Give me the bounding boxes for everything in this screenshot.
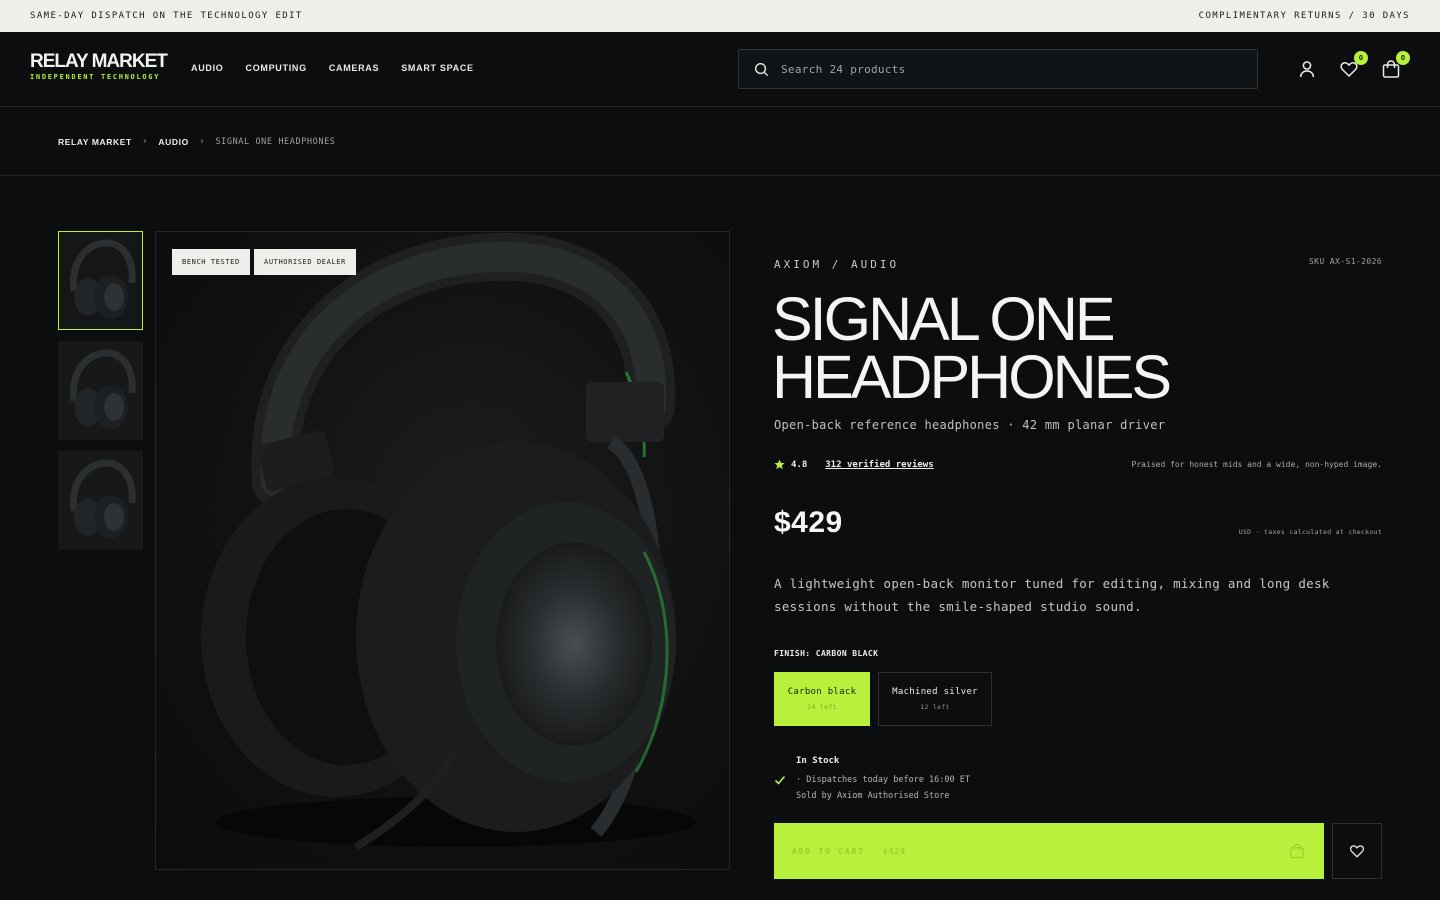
announcement-left: SAME-DAY DISPATCH ON THE TECHNOLOGY EDIT <box>30 11 303 21</box>
add-to-cart-label: ADD TO CART <box>792 846 865 856</box>
user-icon <box>1299 61 1315 78</box>
search-input[interactable]: Search 24 products <box>738 49 1258 89</box>
product-description: A lightweight open-back monitor tuned fo… <box>774 576 1330 614</box>
dispatch-note: · Dispatches today before 16:00 ET <box>796 775 970 785</box>
headphones-thumbnail-image <box>58 341 143 440</box>
site-header: RELAY MARKET INDEPENDENT TECHNOLOGY AUDI… <box>0 32 1440 107</box>
product-subtitle: Open-back reference headphones · 42 mm p… <box>774 418 1166 432</box>
check-icon <box>774 775 786 785</box>
nav-item-audio[interactable]: AUDIO <box>191 63 224 73</box>
wishlist-button[interactable]: 0 <box>1338 51 1368 80</box>
account-button[interactable] <box>1296 58 1318 80</box>
search-placeholder: Search 24 products <box>781 62 906 76</box>
headphones-image <box>201 232 696 851</box>
breadcrumb-audio[interactable]: AUDIO <box>158 137 188 147</box>
option-name: Carbon black <box>787 687 857 697</box>
breadcrumb-chevron-icon: › <box>198 136 206 147</box>
headphones-thumbnail-image <box>58 231 143 330</box>
product-main-image[interactable]: BENCH TESTED AUTHORISED DEALER <box>155 231 730 870</box>
cart-button[interactable]: 0 <box>1380 51 1410 80</box>
product-sku: SKU AX-S1-2026 <box>1308 257 1382 266</box>
gallery-thumbnail-2[interactable] <box>58 341 143 440</box>
breadcrumb: RELAY MARKET › AUDIO › SIGNAL ONE HEADPH… <box>58 136 336 147</box>
breadcrumb-current: SIGNAL ONE HEADPHONES <box>215 136 336 147</box>
rating-value: 4.8 <box>791 459 808 470</box>
reviews-link[interactable]: 312 verified reviews <box>825 460 933 470</box>
breadcrumb-home[interactable]: RELAY MARKET <box>58 137 132 147</box>
product-title: SIGNAL ONE HEADPHONES <box>772 285 1172 411</box>
shopping-bag-icon <box>1290 843 1304 859</box>
tax-note: USD · taxes calculated at checkout <box>1238 528 1382 536</box>
finish-option-carbon-black[interactable]: Carbon black 14 left <box>774 672 870 726</box>
gallery-thumbnail-1[interactable] <box>58 231 143 330</box>
add-to-cart-button[interactable]: ADD TO CART $429 <box>774 823 1324 879</box>
bench-tested-tag: BENCH TESTED <box>172 249 250 275</box>
wishlist-count-badge: 0 <box>1354 51 1368 65</box>
finish-label: FINISH: CARBON BLACK <box>774 649 879 658</box>
product-brand: AXIOM / AUDIO <box>774 258 900 271</box>
heart-icon <box>1349 845 1365 858</box>
logo-wordmark: RELAY MARKET <box>30 51 168 72</box>
option-stock: 12 left <box>920 703 950 711</box>
logo-tagline: INDEPENDENT TECHNOLOGY <box>30 73 161 81</box>
add-to-wishlist-button[interactable] <box>1332 823 1382 879</box>
main-nav: AUDIO COMPUTING CAMERAS SMART SPACE <box>191 63 474 73</box>
stock-status: In Stock <box>796 756 840 766</box>
logo[interactable]: RELAY MARKET INDEPENDENT TECHNOLOGY <box>30 51 168 82</box>
cart-count-badge: 0 <box>1396 51 1410 65</box>
announcement-bar: SAME-DAY DISPATCH ON THE TECHNOLOGY EDIT… <box>0 0 1440 32</box>
option-name: Machined silver <box>892 687 978 697</box>
product-price: $429 <box>774 506 843 539</box>
option-stock: 14 left <box>807 703 837 711</box>
review-summary: Praised for honest mids and a wide, non-… <box>1131 460 1382 469</box>
nav-item-cameras[interactable]: CAMERAS <box>329 63 379 73</box>
nav-item-smart-space[interactable]: SMART SPACE <box>401 63 474 73</box>
gallery-thumbnail-3[interactable] <box>58 451 143 550</box>
star-icon <box>774 459 785 470</box>
breadcrumb-chevron-icon: › <box>141 136 149 147</box>
product-title-line1: SIGNAL ONE <box>772 285 1116 353</box>
add-to-cart-price: $429 <box>882 846 907 856</box>
search-icon <box>754 62 769 76</box>
product-title-line2: HEADPHONES <box>772 343 1172 411</box>
product-rating: 4.8 312 verified reviews <box>774 459 934 470</box>
headphones-thumbnail-image <box>58 451 143 550</box>
finish-option-machined-silver[interactable]: Machined silver 12 left <box>878 672 992 726</box>
authorised-dealer-tag: AUTHORISED DEALER <box>254 249 356 275</box>
announcement-right: COMPLIMENTARY RETURNS / 30 DAYS <box>1198 11 1410 21</box>
divider <box>0 175 1440 176</box>
nav-item-computing[interactable]: COMPUTING <box>246 63 307 73</box>
seller-note: Sold by Axiom Authorised Store <box>796 791 950 801</box>
